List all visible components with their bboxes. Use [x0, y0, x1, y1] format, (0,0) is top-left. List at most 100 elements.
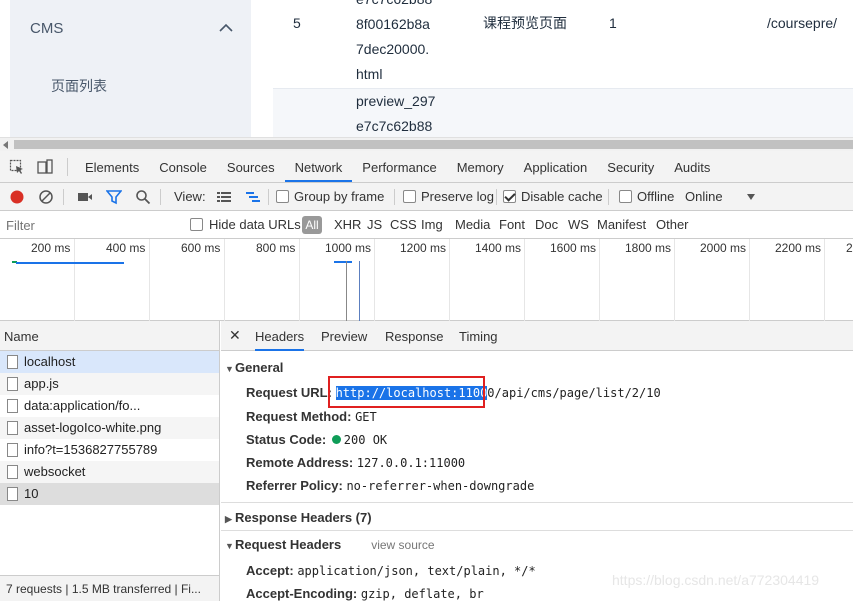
view-source-link[interactable]: view source	[371, 538, 434, 552]
filter-type-media[interactable]: Media	[455, 217, 490, 232]
request-name: asset-logoIco-white.png	[24, 420, 162, 435]
triangle-down-icon: ▼	[225, 541, 234, 551]
timeline-overview[interactable]: 200 ms 400 ms 600 ms 800 ms 1000 ms 1200…	[0, 239, 853, 321]
filter-icon[interactable]	[106, 189, 122, 205]
record-icon[interactable]	[9, 189, 25, 205]
request-row-logo-png[interactable]: asset-logoIco-white.png	[0, 417, 219, 439]
timeline-gridline	[749, 239, 750, 321]
request-row-app-js[interactable]: app.js	[0, 373, 219, 395]
filter-type-img[interactable]: Img	[421, 217, 443, 232]
preserve-log-label[interactable]: Preserve log	[421, 189, 494, 204]
timeline-tick: 800 ms	[256, 241, 296, 255]
close-icon[interactable]: ✕	[229, 327, 241, 344]
offline-label[interactable]: Offline	[637, 189, 674, 204]
timeline-gridline	[599, 239, 600, 321]
filter-type-xhr[interactable]: XHR	[334, 217, 361, 232]
tab-memory[interactable]: Memory	[447, 151, 514, 182]
tab-network[interactable]: Network	[284, 151, 353, 182]
timeline-tick: 2200 ms	[775, 241, 822, 255]
file-icon	[7, 355, 18, 369]
request-row-10[interactable]: 10	[0, 483, 219, 505]
tab-sources[interactable]: Sources	[217, 151, 285, 182]
offline-checkbox[interactable]	[619, 190, 632, 203]
filter-input[interactable]	[2, 214, 175, 236]
request-name: data:application/fo...	[24, 398, 141, 413]
requests-summary: 7 requests | 1.5 MB transferred | Fi...	[0, 575, 219, 601]
group-by-frame-label[interactable]: Group by frame	[294, 189, 384, 204]
list-view-icon[interactable]	[216, 189, 232, 205]
toolbar-divider	[160, 189, 161, 205]
request-name: websocket	[24, 464, 86, 479]
preserve-log-checkbox[interactable]	[403, 190, 416, 203]
timeline-gridline	[374, 239, 375, 321]
screenshot-camera-icon[interactable]	[77, 189, 93, 205]
filter-type-other[interactable]: Other	[656, 217, 689, 232]
timeline-tick: 400 ms	[106, 241, 146, 255]
request-row-localhost[interactable]: localhost	[0, 351, 219, 373]
file-icon	[7, 399, 18, 413]
page-table: 5 e7c7c62b88 8f00162b8a 7dec20000. html …	[273, 0, 853, 137]
dropdown-arrow-icon[interactable]	[746, 193, 756, 201]
clear-icon[interactable]	[38, 189, 54, 205]
remote-address-row: Remote Address: 127.0.0.1:11000	[246, 455, 466, 470]
watermark: https://blog.csdn.net/a772304419	[612, 572, 820, 588]
filter-type-ws[interactable]: WS	[568, 217, 589, 232]
waterfall-view-icon[interactable]	[245, 189, 261, 205]
timeline-bar	[334, 261, 352, 263]
file-icon	[7, 487, 18, 501]
scroll-left-icon[interactable]	[3, 141, 8, 149]
status-ok-dot-icon	[331, 435, 341, 444]
toolbar-divider	[268, 189, 269, 205]
filter-type-doc[interactable]: Doc	[535, 217, 558, 232]
hide-data-urls-checkbox[interactable]	[190, 218, 203, 231]
section-request-headers[interactable]: ▼Request Headers view source	[225, 537, 435, 552]
cell-page-name: preview_297 e7c7c62b88	[356, 93, 436, 134]
throttling-select[interactable]: Online	[685, 189, 723, 204]
filter-type-js[interactable]: JS	[367, 217, 382, 232]
tab-elements[interactable]: Elements	[75, 151, 149, 182]
section-response-headers[interactable]: ▶ Response Headers (7)	[225, 510, 372, 525]
tab-headers[interactable]: Headers	[255, 321, 305, 351]
column-header-name[interactable]: Name	[0, 321, 219, 351]
request-row-websocket[interactable]: websocket	[0, 461, 219, 483]
section-divider	[221, 530, 853, 531]
request-url-rest[interactable]: 0/api/cms/page/list/2/10	[487, 386, 660, 400]
tab-performance[interactable]: Performance	[352, 151, 446, 182]
toolbar-divider	[608, 189, 609, 205]
device-toolbar-icon[interactable]	[37, 159, 53, 175]
tab-console[interactable]: Console	[149, 151, 217, 182]
search-icon[interactable]	[135, 189, 151, 205]
filter-type-all[interactable]: All	[302, 216, 322, 234]
tab-response[interactable]: Response	[385, 321, 444, 351]
filter-type-manifest[interactable]: Manifest	[597, 217, 646, 232]
request-details: ✕ Headers Preview Response Timing ▼Gener…	[221, 321, 853, 601]
horizontal-scrollbar[interactable]	[0, 137, 853, 151]
request-row-info[interactable]: info?t=1536827755789	[0, 439, 219, 461]
request-row-data-font[interactable]: data:application/fo...	[0, 395, 219, 417]
filter-type-font[interactable]: Font	[499, 217, 525, 232]
section-divider	[221, 502, 853, 503]
tab-audits[interactable]: Audits	[664, 151, 720, 182]
tab-preview[interactable]: Preview	[321, 321, 367, 351]
section-general[interactable]: ▼General	[225, 360, 283, 375]
scrollbar-thumb[interactable]	[14, 140, 853, 149]
hide-data-urls-label[interactable]: Hide data URLs	[209, 217, 301, 232]
triangle-right-icon: ▶	[225, 514, 232, 524]
group-by-frame-checkbox[interactable]	[276, 190, 289, 203]
disable-cache-checkbox[interactable]	[503, 190, 516, 203]
inspect-element-icon[interactable]	[9, 159, 25, 175]
timeline-gridline	[224, 239, 225, 321]
request-list: localhost app.js data:application/fo... …	[0, 351, 219, 505]
tab-security[interactable]: Security	[597, 151, 664, 182]
tab-timing[interactable]: Timing	[459, 321, 498, 351]
menu-item-page-list[interactable]: 页面列表	[51, 76, 107, 96]
menu-title-cms[interactable]: CMS	[30, 20, 63, 37]
timeline-gridline	[449, 239, 450, 321]
triangle-down-icon: ▼	[225, 364, 234, 374]
timeline-gridline	[299, 239, 300, 321]
filter-type-css[interactable]: CSS	[390, 217, 417, 232]
disable-cache-label[interactable]: Disable cache	[521, 189, 603, 204]
chevron-up-icon[interactable]	[216, 18, 236, 38]
tab-application[interactable]: Application	[514, 151, 598, 182]
cell-path: /coursepre/	[767, 15, 838, 31]
